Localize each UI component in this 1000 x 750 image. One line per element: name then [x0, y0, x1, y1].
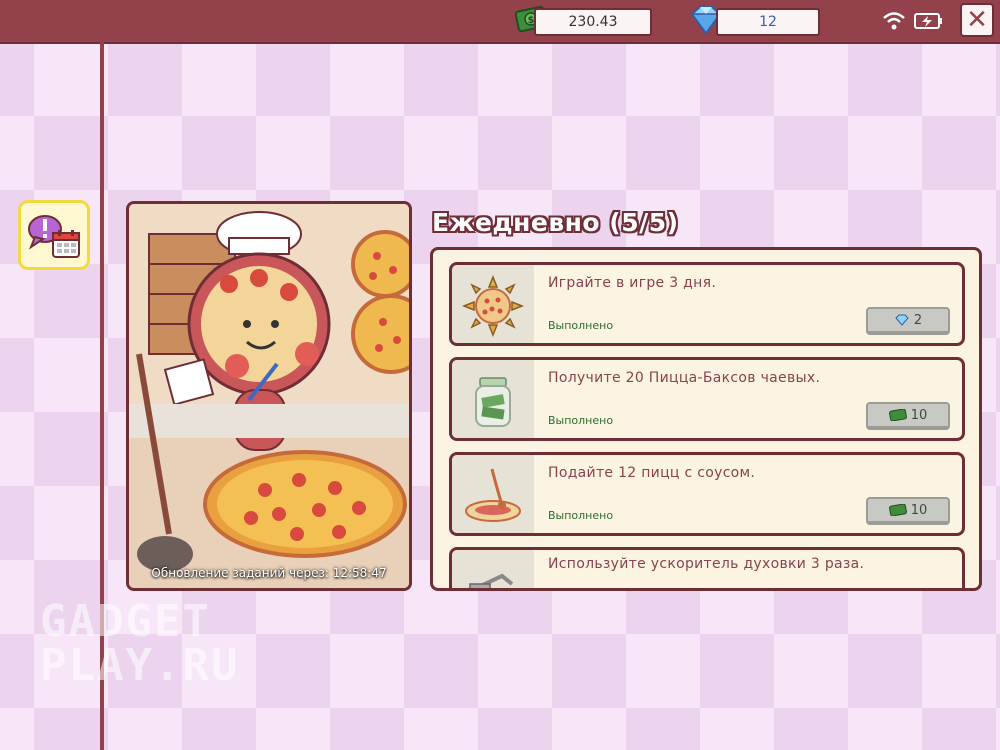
task-status: Выполнено — [548, 319, 614, 332]
task-item[interactable]: Подайте 12 пицц с соусом. Выполнено 10 — [449, 452, 965, 536]
claim-reward-button[interactable]: 10 — [866, 402, 950, 430]
close-button[interactable]: ✕ — [960, 3, 994, 37]
watermark-line: PLAY.RU — [40, 640, 240, 691]
chef-illustration-panel: Обновление заданий через: 12:58:47 — [126, 201, 412, 591]
task-icon-box — [452, 265, 534, 343]
task-icon-box — [452, 455, 534, 533]
oven-booster-icon — [469, 573, 514, 588]
gem-counter: 12 — [716, 8, 820, 36]
reward-amount: 2 — [913, 312, 923, 328]
watermark: GADGET PLAY.RU — [40, 600, 239, 688]
sauce-ladle-icon — [465, 468, 521, 522]
reward-amount: 10 — [910, 407, 928, 423]
sun-pizza-icon — [462, 275, 524, 337]
gem-icon — [895, 314, 909, 326]
daily-tasks-title: Ежедневно (5/5) — [432, 208, 679, 237]
task-title: Используйте ускоритель духовки 3 раза. — [548, 556, 865, 572]
cash-icon — [888, 504, 907, 516]
task-title: Получите 20 Пицца-Баксов чаевых. — [548, 370, 821, 386]
task-item[interactable]: Играйте в игре 3 дня. Выполнено 2 — [449, 262, 965, 346]
claim-reward-button[interactable]: 2 — [866, 307, 950, 335]
task-item[interactable]: Используйте ускоритель духовки 3 раза. — [449, 547, 965, 588]
task-title: Играйте в игре 3 дня. — [548, 275, 717, 291]
task-item[interactable]: Получите 20 Пицца-Баксов чаевых. Выполне… — [449, 357, 965, 441]
claim-reward-button[interactable]: 10 — [866, 497, 950, 525]
wifi-icon — [883, 12, 905, 30]
task-title: Подайте 12 пицц с соусом. — [548, 465, 756, 481]
battery-charging-icon — [914, 13, 942, 29]
tip-jar-icon — [475, 377, 511, 427]
cash-counter: 230.43 — [534, 8, 652, 36]
reward-amount: 10 — [910, 502, 928, 518]
calendar-alert-icon — [28, 215, 80, 258]
task-icon-box — [452, 360, 534, 438]
task-list[interactable]: Играйте в игре 3 дня. Выполнено 2 Получи… — [430, 247, 982, 591]
close-icon: ✕ — [966, 5, 988, 35]
task-status: Выполнено — [548, 414, 614, 427]
cash-icon — [888, 409, 907, 421]
task-refresh-timer: Обновление заданий через: 12:58:47 — [151, 566, 387, 580]
top-bar: $ 230.43 12 ✕ — [0, 0, 1000, 44]
chef-illustration — [129, 204, 409, 588]
task-icon-box — [452, 550, 534, 588]
task-status: Выполнено — [548, 509, 614, 522]
watermark-line: GADGET — [40, 596, 211, 647]
daily-tasks-tab[interactable] — [18, 200, 90, 270]
